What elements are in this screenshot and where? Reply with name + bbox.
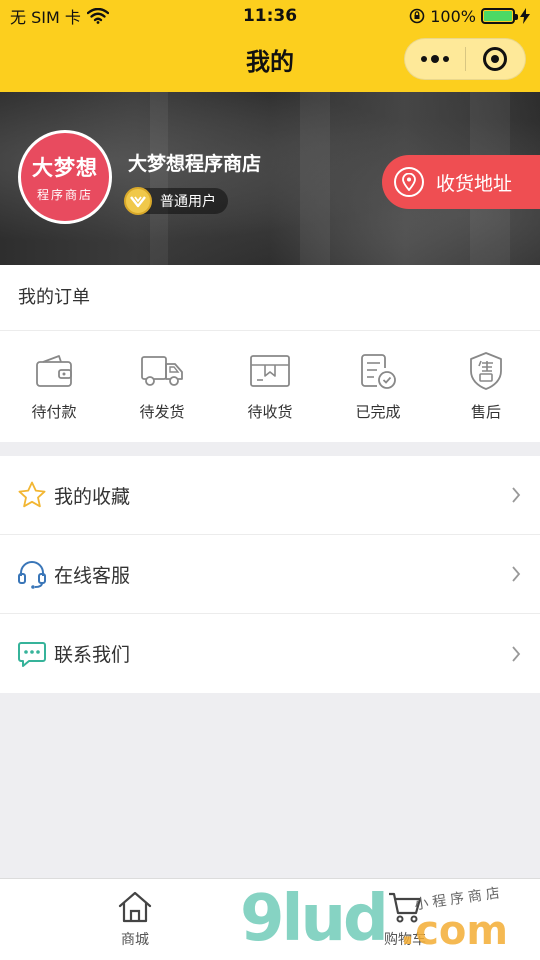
location-pin-icon: [394, 167, 424, 197]
member-level-text: 普通用户: [160, 194, 216, 210]
rotation-lock-icon: [409, 8, 425, 24]
chevron-right-icon: [508, 645, 524, 662]
home-icon: [115, 889, 155, 925]
chevron-right-icon: [508, 566, 524, 582]
carrier-text: 无 SIM 卡: [10, 8, 81, 27]
more-options-button[interactable]: [405, 38, 465, 80]
tab-bar: 商城 购物车: [0, 878, 540, 960]
tab-mall-label: 商城: [121, 932, 149, 948]
battery-icon: [481, 8, 518, 24]
orders-status-grid: 待付款 待发货 待收货 已完成 售后: [0, 331, 540, 441]
nav-bar: 我的: [0, 32, 540, 92]
status-time: 11:36: [242, 6, 298, 26]
order-completed-label: 已完成: [355, 403, 401, 421]
package-icon: [248, 349, 292, 393]
status-bar: 无 SIM 卡 11:36 100%: [0, 0, 540, 32]
order-pending-shipment-label: 待发货: [139, 403, 185, 421]
cart-icon: [385, 889, 425, 925]
user-name: 大梦想程序商店: [128, 153, 262, 175]
order-pending-receipt-label: 待收货: [247, 403, 293, 421]
star-icon: [16, 479, 48, 511]
member-medal-icon: [124, 187, 152, 215]
orders-title: 我的订单: [0, 265, 540, 331]
menu-list: 我的收藏 在线客服 联系我们: [0, 456, 540, 693]
menu-item-contact-us[interactable]: 联系我们: [0, 614, 540, 693]
status-right: 100%: [350, 7, 530, 26]
avatar[interactable]: 大梦想 程序商店: [18, 130, 112, 224]
order-completed[interactable]: 已完成: [324, 331, 432, 441]
tab-mall[interactable]: 商城: [0, 879, 270, 960]
order-pending-shipment[interactable]: 待发货: [108, 331, 216, 441]
miniprogram-capsule: [404, 38, 526, 80]
shipping-address-button[interactable]: 收货地址: [382, 155, 540, 209]
menu-item-label: 我的收藏: [54, 485, 131, 508]
avatar-title: 大梦想: [32, 155, 98, 180]
charging-bolt-icon: [520, 8, 530, 24]
menu-item-label: 在线客服: [54, 564, 131, 587]
wifi-icon: [86, 8, 109, 24]
chat-bubble-icon: [16, 638, 48, 670]
orders-section: 我的订单 待付款 待发货 待收货 已完成 售后: [0, 265, 540, 442]
shipping-address-label: 收货地址: [436, 172, 513, 195]
tab-cart-label: 购物车: [384, 932, 426, 948]
order-pending-receipt[interactable]: 待收货: [216, 331, 324, 441]
menu-item-customer-service[interactable]: 在线客服: [0, 535, 540, 614]
close-target-icon: [483, 47, 508, 71]
status-left: 无 SIM 卡: [10, 4, 190, 28]
menu-item-favorites[interactable]: 我的收藏: [0, 456, 540, 535]
order-after-sales[interactable]: 售后: [432, 331, 540, 441]
chevron-right-icon: [508, 487, 524, 503]
member-level-badge: 普通用户: [124, 187, 228, 215]
wallet-icon: [32, 349, 76, 393]
close-miniprogram-button[interactable]: [465, 38, 525, 80]
truck-icon: [140, 349, 184, 393]
battery-percent: 100%: [430, 6, 476, 26]
tab-cart[interactable]: 购物车: [270, 879, 540, 960]
after-sales-shield-icon: [464, 349, 508, 393]
order-pending-payment[interactable]: 待付款: [0, 331, 108, 441]
menu-item-label: 联系我们: [54, 644, 131, 666]
avatar-subtitle: 程序商店: [36, 187, 93, 202]
profile-banner: 大梦想 程序商店 大梦想程序商店 普通用户 收货地址: [0, 92, 540, 265]
completed-doc-icon: [356, 349, 400, 393]
headset-icon: [16, 558, 48, 590]
order-after-sales-label: 售后: [470, 403, 501, 421]
order-pending-payment-label: 待付款: [31, 403, 77, 421]
